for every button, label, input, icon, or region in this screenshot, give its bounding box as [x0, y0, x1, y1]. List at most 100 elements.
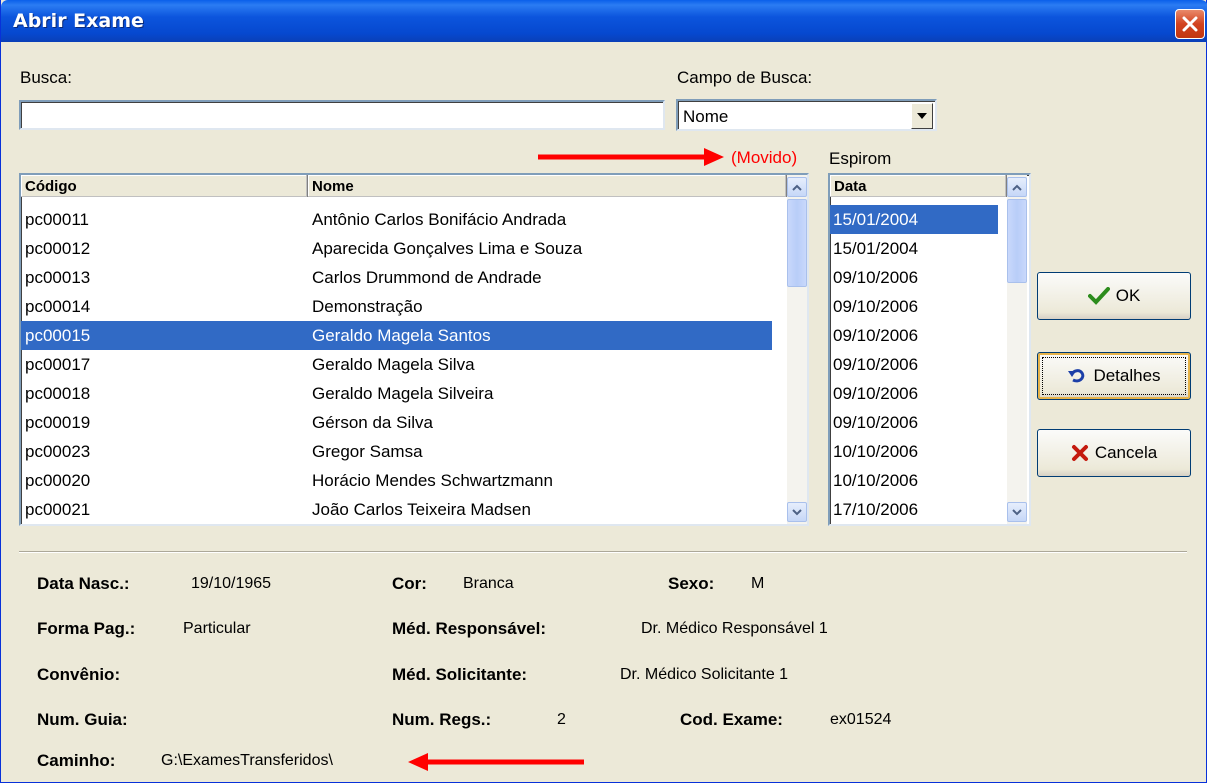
sexo-value: M: [751, 575, 765, 592]
dropdown-button[interactable]: [911, 103, 933, 129]
cod-exame-label: Cod. Exame:: [680, 710, 783, 729]
chevron-up-icon: [1012, 184, 1022, 191]
cell-codigo: pc00015: [25, 326, 91, 345]
cell-nome: Horácio Mendes Schwartzmann: [312, 471, 553, 490]
column-header-data[interactable]: Data: [830, 175, 1007, 197]
list-item[interactable]: 10/10/2006: [830, 466, 1007, 495]
table-row[interactable]: pc00021 João Carlos Teixeira Madsen: [21, 495, 787, 524]
cell-data: 15/01/2004: [833, 210, 919, 229]
annotation-arrow-left: [408, 753, 584, 771]
table-row[interactable]: pc00013 Carlos Drummond de Andrade: [21, 263, 787, 292]
espirom-label: Espirom: [829, 149, 892, 168]
convenio-label: Convênio:: [37, 665, 121, 684]
chevron-down-icon: [917, 113, 927, 119]
med-resp-value: Dr. Médico Responsável 1: [641, 620, 828, 637]
exams-list[interactable]: Data 15/01/2004 15/01/2004 09/10/2006 09/10…: [828, 173, 1031, 526]
cell-nome: Gregor Samsa: [312, 442, 423, 461]
cell-codigo: pc00021: [25, 500, 91, 519]
table-row[interactable]: pc00011 Antônio Carlos Bonifácio Andrada: [21, 205, 787, 234]
scroll-down-button[interactable]: [1007, 502, 1027, 522]
divider: [19, 551, 1187, 553]
cell-data: 10/10/2006: [833, 471, 919, 490]
search-field-select[interactable]: Nome: [676, 99, 937, 131]
detalhes-button[interactable]: Detalhes: [1037, 352, 1191, 400]
search-input[interactable]: [19, 100, 665, 130]
num-regs-label: Num. Regs.:: [392, 710, 492, 729]
list-item[interactable]: 09/10/2006: [830, 321, 1007, 350]
cancela-label: Cancela: [1094, 443, 1158, 462]
list-item[interactable]: 09/10/2006: [830, 292, 1007, 321]
cell-codigo: pc00014: [25, 297, 91, 316]
scroll-down-button[interactable]: [787, 502, 807, 522]
chevron-up-icon: [792, 184, 802, 191]
table-row[interactable]: pc00014 Demonstração: [21, 292, 787, 321]
list-item[interactable]: 17/10/2006: [830, 495, 1007, 524]
table-row[interactable]: pc00017 Geraldo Magela Silva: [21, 350, 787, 379]
cell-nome: João Carlos Teixeira Madsen: [312, 500, 531, 519]
table-row[interactable]: pc00015 Geraldo Magela Santos: [21, 321, 772, 350]
table-row[interactable]: pc00019 Gérson da Silva: [21, 408, 787, 437]
scroll-up-button[interactable]: [1007, 177, 1027, 197]
list-item[interactable]: 09/10/2006: [830, 408, 1007, 437]
cell-codigo: pc00012: [25, 239, 91, 258]
data-nasc-label: Data Nasc.:: [37, 574, 130, 593]
cell-data: 17/10/2006: [833, 500, 919, 519]
patients-list-header: Código Nome: [21, 175, 787, 197]
exams-list-header: Data: [830, 175, 1007, 197]
cell-nome: Gérson da Silva: [312, 413, 433, 432]
scroll-thumb[interactable]: [787, 199, 807, 287]
cell-nome: Demonstração: [312, 297, 423, 316]
column-header-nome[interactable]: Nome: [308, 175, 787, 197]
search-field-label: Campo de Busca:: [677, 68, 813, 87]
cell-data: 09/10/2006: [833, 384, 919, 403]
close-icon: [1182, 16, 1198, 32]
checkmark-icon: [1087, 287, 1110, 305]
cor-label: Cor:: [392, 574, 427, 593]
chevron-down-icon: [792, 508, 802, 515]
forma-pag-label: Forma Pag.:: [37, 619, 136, 638]
annotation-arrow-right: [538, 148, 724, 166]
num-regs-value: 2: [557, 711, 566, 728]
ok-label: OK: [1115, 286, 1141, 305]
ok-button[interactable]: OK: [1037, 272, 1191, 320]
list-item[interactable]: 10/10/2006: [830, 437, 1007, 466]
cell-nome: Aparecida Gonçalves Lima e Souza: [312, 239, 583, 258]
med-sol-value: Dr. Médico Solicitante 1: [620, 666, 789, 683]
title-bar[interactable]: Abrir Exame: [1, 0, 1207, 42]
cell-codigo: pc00018: [25, 384, 91, 403]
table-row[interactable]: pc00012 Aparecida Gonçalves Lima e Souza: [21, 234, 787, 263]
cell-codigo: pc00011: [25, 210, 89, 229]
close-button[interactable]: [1175, 9, 1205, 39]
scroll-up-button[interactable]: [787, 177, 807, 197]
caminho-label: Caminho:: [37, 751, 116, 770]
list-item[interactable]: 09/10/2006: [830, 379, 1007, 408]
cell-data: 09/10/2006: [833, 413, 919, 432]
column-header-codigo[interactable]: Código: [21, 175, 308, 197]
list-item[interactable]: 09/10/2006: [830, 350, 1007, 379]
cancela-button[interactable]: Cancela: [1037, 429, 1191, 477]
cell-codigo: pc00013: [25, 268, 91, 287]
table-row[interactable]: pc00023 Gregor Samsa: [21, 437, 787, 466]
cell-nome: Geraldo Magela Silva: [312, 355, 475, 374]
data-nasc-value: 19/10/1965: [191, 575, 272, 592]
scroll-thumb[interactable]: [1007, 199, 1027, 283]
table-row[interactable]: pc00018 Geraldo Magela Silveira: [21, 379, 787, 408]
forma-pag-value: Particular: [183, 620, 251, 637]
list-item[interactable]: 09/10/2006: [830, 263, 1007, 292]
num-guia-label: Num. Guia:: [37, 710, 128, 729]
list-item[interactable]: 15/01/2004: [830, 234, 1007, 263]
cell-data: 09/10/2006: [833, 297, 919, 316]
cell-nome: Carlos Drummond de Andrade: [312, 268, 542, 287]
cancel-x-icon: [1071, 445, 1088, 461]
cell-data: 09/10/2006: [833, 355, 919, 374]
cell-data: 15/01/2004: [833, 239, 919, 258]
chevron-down-icon: [1012, 508, 1022, 515]
table-row[interactable]: pc00020 Horácio Mendes Schwartzmann: [21, 466, 787, 495]
list-item[interactable]: 15/01/2004: [830, 205, 998, 234]
sexo-label: Sexo:: [668, 574, 715, 593]
patients-scrollbar[interactable]: [787, 175, 807, 524]
cod-exame-value: ex01524: [830, 711, 892, 728]
cell-data: 09/10/2006: [833, 326, 919, 345]
exams-scrollbar[interactable]: [1007, 175, 1027, 524]
patients-list[interactable]: Código Nome pc00011 Antônio Carlos Bonifá…: [19, 173, 809, 526]
